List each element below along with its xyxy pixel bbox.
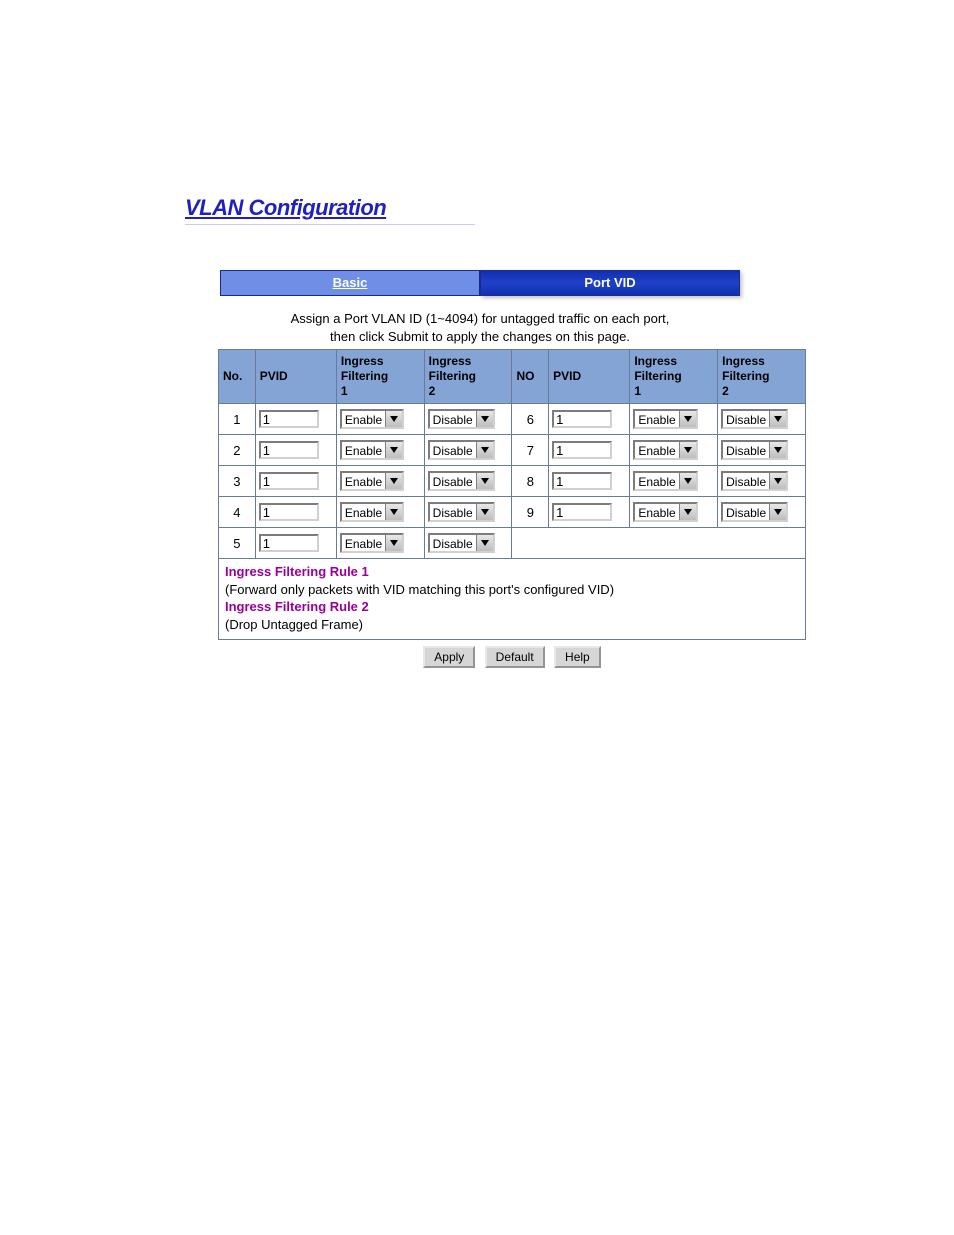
ingress-filter2-select[interactable]: Disable: [721, 409, 788, 429]
chevron-down-icon: [385, 411, 402, 427]
col-if1-b: IngressFiltering1: [630, 350, 718, 404]
table-row: 2 Enable Disable 7 Enable Disable: [219, 435, 806, 466]
page-title: VLAN Configuration: [185, 195, 475, 225]
chevron-down-icon: [769, 442, 786, 458]
rules-box: Ingress Filtering Rule 1 (Forward only p…: [218, 559, 806, 640]
chevron-down-icon: [679, 411, 696, 427]
ingress-filter2-select[interactable]: Disable: [721, 440, 788, 460]
col-if2-b: IngressFiltering2: [718, 350, 806, 404]
pvid-input[interactable]: [259, 534, 319, 552]
chevron-down-icon: [679, 504, 696, 520]
ingress-filter2-select[interactable]: Disable: [721, 471, 788, 491]
port-no: 3: [219, 466, 256, 497]
rule1-desc: (Forward only packets with VID matching …: [225, 582, 614, 597]
rule2-desc: (Drop Untagged Frame): [225, 617, 363, 632]
port-no: 7: [512, 435, 549, 466]
col-if1: IngressFiltering1: [336, 350, 424, 404]
chevron-down-icon: [385, 442, 402, 458]
tab-row: Basic Port VID: [220, 270, 740, 296]
ingress-filter2-select[interactable]: Disable: [428, 440, 495, 460]
ingress-filter1-select[interactable]: Enable: [340, 502, 404, 522]
col-no: No.: [219, 350, 256, 404]
chevron-down-icon: [476, 411, 493, 427]
table-row: 1 Enable Disable 6 Enable Disable: [219, 404, 806, 435]
ingress-filter1-select[interactable]: Enable: [633, 471, 697, 491]
col-pvid-b: PVID: [549, 350, 630, 404]
pvid-input[interactable]: [552, 503, 612, 521]
tab-port-vid[interactable]: Port VID: [480, 270, 740, 296]
ingress-filter2-select[interactable]: Disable: [428, 533, 495, 553]
table-row: 4 Enable Disable 9 Enable Disable: [219, 497, 806, 528]
help-button[interactable]: Help: [554, 646, 601, 668]
pvid-input[interactable]: [259, 441, 319, 459]
ingress-filter2-select[interactable]: Disable: [428, 471, 495, 491]
tab-basic[interactable]: Basic: [220, 270, 480, 296]
chevron-down-icon: [769, 411, 786, 427]
ingress-filter1-select[interactable]: Enable: [340, 471, 404, 491]
port-vid-table: No. PVID IngressFiltering1 IngressFilter…: [218, 349, 806, 559]
intro-line-2: then click Submit to apply the changes o…: [330, 329, 630, 344]
table-row: 3 Enable Disable 8 Enable Disable: [219, 466, 806, 497]
ingress-filter1-select[interactable]: Enable: [340, 409, 404, 429]
col-no-b: NO: [512, 350, 549, 404]
pvid-input[interactable]: [259, 410, 319, 428]
intro-line-1: Assign a Port VLAN ID (1~4094) for untag…: [291, 311, 670, 326]
ingress-filter1-select[interactable]: Enable: [340, 533, 404, 553]
chevron-down-icon: [476, 473, 493, 489]
ingress-filter1-select[interactable]: Enable: [340, 440, 404, 460]
button-row: Apply Default Help: [218, 646, 806, 668]
intro-text: Assign a Port VLAN ID (1~4094) for untag…: [220, 310, 740, 345]
port-no: 4: [219, 497, 256, 528]
chevron-down-icon: [769, 473, 786, 489]
empty-cell: [512, 528, 806, 559]
table-row: 5 Enable Disable: [219, 528, 806, 559]
ingress-filter2-select[interactable]: Disable: [428, 409, 495, 429]
rule1-header: Ingress Filtering Rule 1: [225, 564, 369, 579]
col-if2: IngressFiltering2: [424, 350, 512, 404]
rule2-header: Ingress Filtering Rule 2: [225, 599, 369, 614]
pvid-input[interactable]: [552, 472, 612, 490]
pvid-input[interactable]: [259, 503, 319, 521]
chevron-down-icon: [476, 442, 493, 458]
pvid-input[interactable]: [259, 472, 319, 490]
ingress-filter2-select[interactable]: Disable: [428, 502, 495, 522]
pvid-input[interactable]: [552, 441, 612, 459]
chevron-down-icon: [385, 504, 402, 520]
chevron-down-icon: [385, 535, 402, 551]
port-no: 9: [512, 497, 549, 528]
col-pvid: PVID: [255, 350, 336, 404]
chevron-down-icon: [679, 442, 696, 458]
port-no: 2: [219, 435, 256, 466]
chevron-down-icon: [385, 473, 402, 489]
port-no: 1: [219, 404, 256, 435]
chevron-down-icon: [679, 473, 696, 489]
port-no: 8: [512, 466, 549, 497]
pvid-input[interactable]: [552, 410, 612, 428]
chevron-down-icon: [476, 535, 493, 551]
ingress-filter1-select[interactable]: Enable: [633, 409, 697, 429]
default-button[interactable]: Default: [485, 646, 545, 668]
ingress-filter1-select[interactable]: Enable: [633, 502, 697, 522]
port-no: 6: [512, 404, 549, 435]
chevron-down-icon: [769, 504, 786, 520]
ingress-filter1-select[interactable]: Enable: [633, 440, 697, 460]
ingress-filter2-select[interactable]: Disable: [721, 502, 788, 522]
apply-button[interactable]: Apply: [423, 646, 475, 668]
chevron-down-icon: [476, 504, 493, 520]
port-no: 5: [219, 528, 256, 559]
